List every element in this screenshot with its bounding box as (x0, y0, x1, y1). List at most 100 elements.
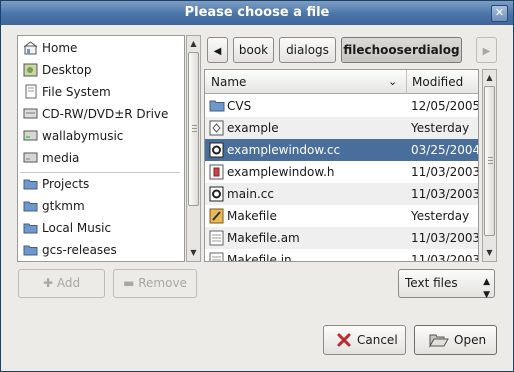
place-label: Desktop (42, 63, 92, 77)
header-h-icon (209, 164, 224, 180)
bookmark-projects[interactable]: Projects (20, 174, 180, 194)
place-wallabymusic[interactable]: wallabymusic (20, 126, 180, 146)
places-separator (20, 172, 180, 173)
chevron-right-icon: ▶ (482, 46, 491, 57)
file-name: main.cc (227, 187, 274, 201)
file-name: CVS (227, 99, 252, 113)
title-bar: Please choose a file ✕ (1, 1, 513, 25)
bookmark-gcs-releases[interactable]: gcs-releases (20, 240, 180, 260)
bookmark-label: gtkmm (42, 199, 85, 213)
text-file-icon (209, 252, 224, 261)
crumb-book[interactable]: book (233, 37, 274, 63)
places-panel: Home Desktop File System CD-RW/DVD±R Dri… (17, 35, 185, 262)
column-name-label: Name (211, 75, 247, 89)
bookmark-local-music[interactable]: Local Music (20, 218, 180, 238)
file-row-example[interactable]: example Yesterday (205, 117, 478, 139)
place-media[interactable]: media (20, 148, 180, 168)
add-bookmark-button[interactable]: ✚ Add (18, 269, 105, 298)
drive-icon (23, 152, 38, 163)
file-modified: 12/05/2005 (411, 99, 479, 113)
updown-arrows-icon: ▲ ▼ (483, 277, 490, 300)
path-forward-button[interactable]: ▶ (476, 37, 497, 63)
file-name: Makefile (227, 209, 277, 223)
file-row-examplewindow-cc[interactable]: examplewindow.cc 03/25/2004 (205, 139, 478, 161)
cancel-button[interactable]: Cancel (323, 325, 406, 355)
cancel-label: Cancel (357, 333, 398, 347)
file-chooser-dialog: Please choose a file ✕ Home Desktop File… (0, 0, 514, 372)
close-icon: ✕ (494, 6, 505, 19)
minus-icon: ▬ (123, 276, 135, 290)
folder-icon (23, 179, 38, 190)
chevron-left-icon: ◀ (213, 46, 222, 57)
plus-icon: ✚ (42, 276, 53, 290)
file-row-main-cc[interactable]: main.cc 11/03/2003 (205, 183, 478, 205)
add-label: Add (56, 276, 81, 290)
place-label: CD-RW/DVD±R Drive (42, 107, 169, 121)
file-list-scrollbar[interactable]: ▲ ▼ (482, 69, 497, 262)
scroll-up-icon[interactable]: ▲ (484, 71, 495, 85)
file-modified: 11/03/2003 (411, 165, 479, 179)
file-list: Name ⌄ Modified CVS 12/05/2005 example Y… (204, 69, 479, 262)
desktop-icon (23, 63, 38, 77)
file-row-makefile-in[interactable]: Makefile.in 11/03/2003 (205, 249, 479, 262)
file-modified: 03/25/2004 (411, 143, 479, 157)
scrollbar-thumb[interactable] (188, 52, 199, 206)
folder-icon (23, 245, 38, 256)
remove-bookmark-button[interactable]: ▬ Remove (113, 269, 197, 298)
scrollbar-thumb[interactable] (484, 86, 495, 236)
file-row-makefile-am[interactable]: Makefile.am 11/03/2003 (205, 227, 478, 249)
file-modified: 11/03/2003 (411, 253, 479, 262)
dialog-title: Please choose a file (184, 5, 330, 20)
file-modified: 11/03/2003 (411, 231, 479, 245)
place-label: File System (42, 85, 111, 99)
drive-icon (23, 130, 38, 141)
scroll-down-icon[interactable]: ▼ (188, 246, 199, 260)
place-optical-drive[interactable]: CD-RW/DVD±R Drive (20, 104, 180, 124)
optical-drive-icon (23, 108, 38, 119)
scroll-up-icon[interactable]: ▲ (188, 37, 199, 51)
place-home[interactable]: Home (20, 38, 180, 58)
bookmark-label: Local Music (42, 221, 112, 235)
filter-selected: Text files (405, 276, 458, 290)
bookmark-label: Projects (42, 177, 90, 191)
places-scrollbar[interactable]: ▲ ▼ (186, 35, 201, 262)
file-type-filter[interactable]: Text files ▲ ▼ (398, 269, 495, 300)
filesystem-icon (25, 84, 37, 99)
close-button[interactable]: ✕ (491, 5, 508, 22)
file-name: Makefile.in (227, 253, 292, 262)
open-label: Open (454, 333, 487, 347)
file-row-examplewindow-h[interactable]: examplewindow.h 11/03/2003 (205, 161, 478, 183)
cancel-icon (337, 333, 351, 347)
crumb-dialogs[interactable]: dialogs (279, 37, 336, 63)
crumb-filechooserdialog[interactable]: filechooserdialog (341, 37, 462, 63)
file-row-makefile[interactable]: Makefile Yesterday (205, 205, 478, 227)
place-label: Home (42, 41, 78, 55)
file-name: Makefile.am (227, 231, 300, 245)
place-filesystem[interactable]: File System (20, 82, 180, 102)
makefile-icon (209, 208, 224, 224)
source-cc-icon (209, 142, 224, 158)
text-file-icon (209, 230, 224, 246)
place-label: wallabymusic (42, 129, 124, 143)
folder-icon (209, 100, 225, 112)
source-cc-icon (209, 186, 224, 202)
place-desktop[interactable]: Desktop (20, 60, 180, 80)
open-button[interactable]: Open (414, 325, 497, 355)
file-name: example (227, 121, 279, 135)
file-modified: Yesterday (411, 209, 470, 223)
folder-icon (23, 223, 38, 234)
column-header-name[interactable]: Name ⌄ (205, 70, 406, 94)
scroll-down-icon[interactable]: ▼ (484, 246, 495, 260)
home-icon (23, 41, 38, 55)
remove-label: Remove (138, 276, 187, 290)
folder-icon (23, 201, 38, 212)
path-back-button[interactable]: ◀ (207, 37, 228, 63)
file-row-cvs[interactable]: CVS 12/05/2005 (205, 95, 478, 117)
bookmark-gtkmm[interactable]: gtkmm (20, 196, 180, 216)
file-name: examplewindow.cc (227, 143, 341, 157)
chevron-down-icon: ⌄ (388, 75, 398, 88)
place-label: media (42, 151, 80, 165)
file-modified: Yesterday (411, 121, 470, 135)
column-modified-label: Modified (412, 75, 464, 89)
column-header-modified[interactable]: Modified (406, 70, 478, 94)
